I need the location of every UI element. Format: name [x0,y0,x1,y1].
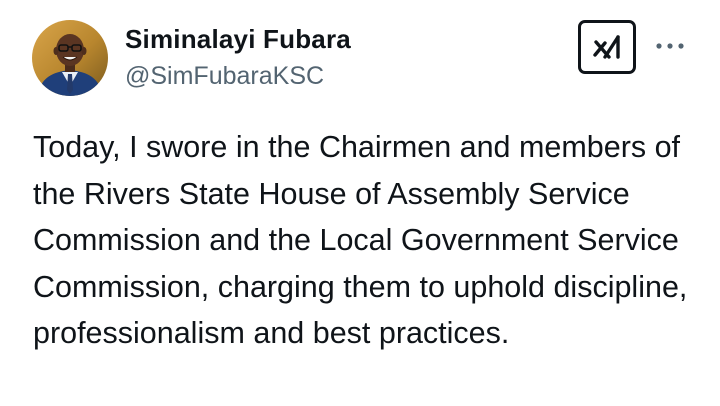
more-options-button[interactable] [652,34,688,58]
tweet-card: Siminalayi Fubara @SimFubaraKSC Today, I… [0,0,720,406]
tweet-text: Today, I swore in the Chairmen and membe… [33,130,688,350]
author-handle[interactable]: @SimFubaraKSC [125,62,324,91]
avatar[interactable] [32,20,108,96]
avatar-image [32,20,108,96]
grok-icon [593,35,620,59]
author-display-name[interactable]: Siminalayi Fubara [125,24,351,55]
more-horizontal-icon [656,43,684,49]
grok-button[interactable] [578,20,636,74]
